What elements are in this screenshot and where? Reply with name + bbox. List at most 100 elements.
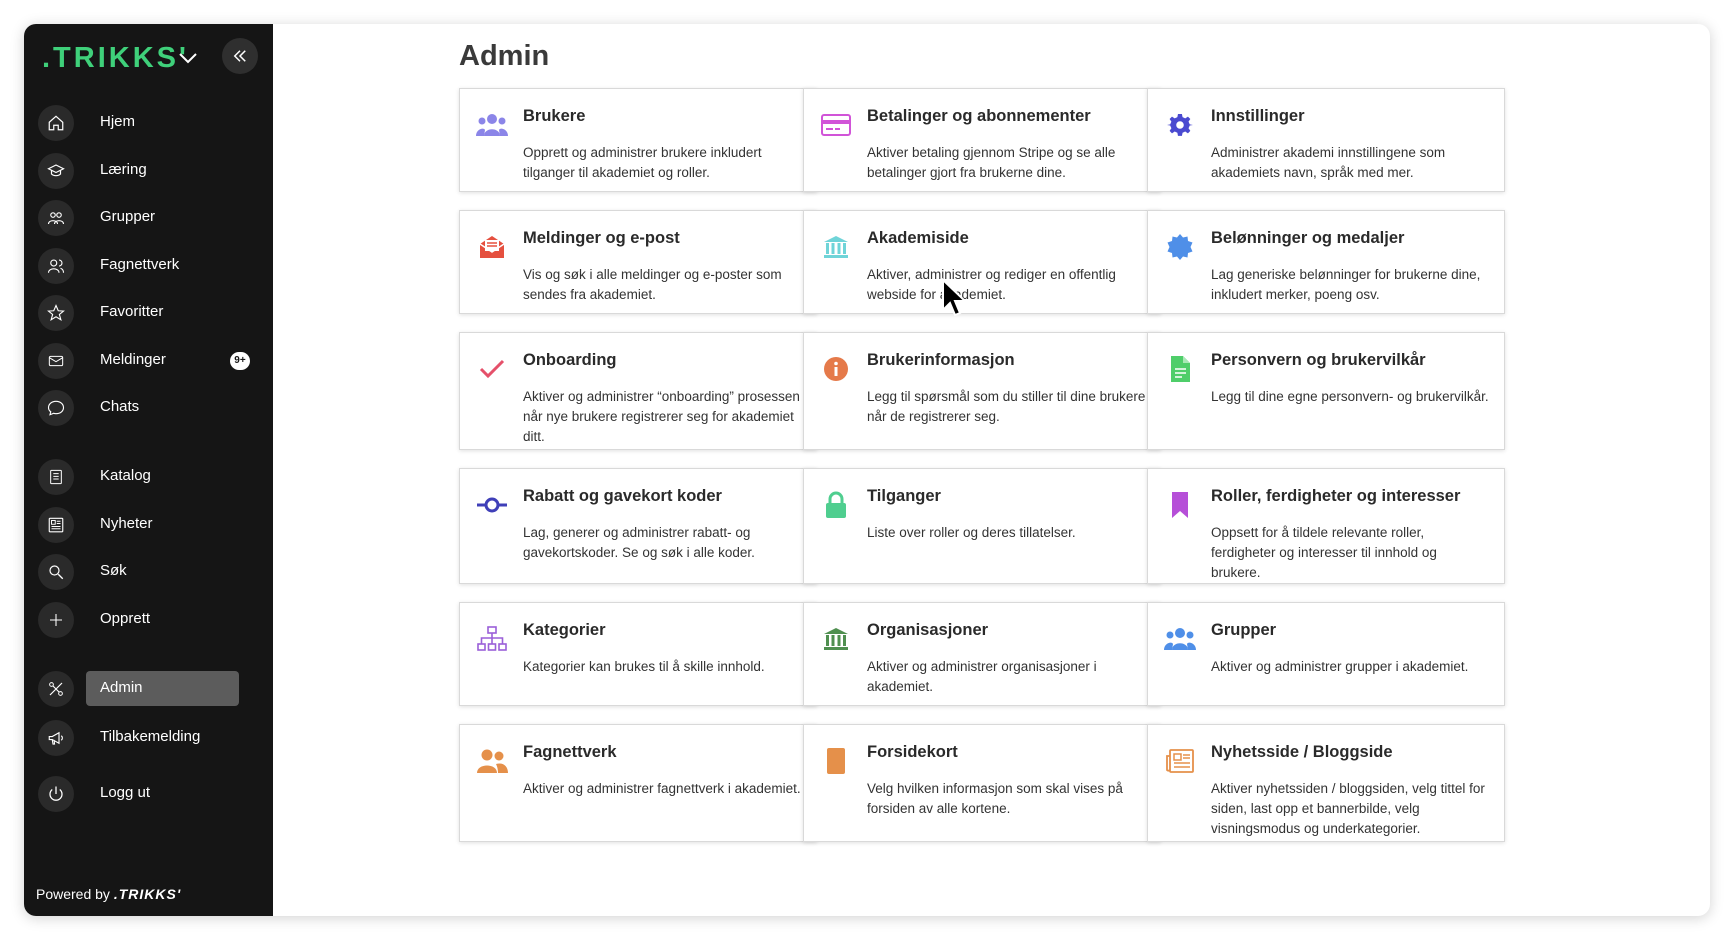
- nav-item-tilbakemelding[interactable]: Tilbakemelding: [24, 716, 273, 760]
- card-title: Tilganger: [867, 487, 941, 505]
- card-title: Roller, ferdigheter og interesser: [1211, 487, 1461, 505]
- admin-card-akademiside[interactable]: Akademiside Aktiver, administrer og redi…: [803, 210, 1161, 314]
- card-description: Aktiver, administrer og rediger en offen…: [867, 267, 1116, 302]
- newspaper-icon: [38, 507, 74, 543]
- nav-label: Admin: [100, 679, 143, 696]
- card-description: Aktiver og administrer “onboarding” pros…: [523, 389, 800, 444]
- card-title: Brukerinformasjon: [867, 351, 1015, 369]
- nav-label: Tilbakemelding: [100, 728, 201, 745]
- nav-item-chats[interactable]: Chats: [24, 386, 273, 430]
- card-title: Innstillinger: [1211, 107, 1305, 125]
- envelope-icon: [38, 343, 74, 379]
- card-description: Liste over roller og deres tillatelser.: [867, 525, 1076, 540]
- card-title: Meldinger og e-post: [523, 229, 680, 247]
- nav-item-logg-ut[interactable]: Logg ut: [24, 772, 273, 816]
- chevron-down-icon[interactable]: [176, 46, 200, 70]
- double-chevron-left-icon: [233, 50, 246, 62]
- institution-icon: [818, 229, 854, 265]
- credit-card-icon: [818, 107, 854, 143]
- nav-label: Læring: [100, 161, 147, 178]
- powered-prefix: Powered by: [36, 886, 110, 902]
- admin-card-fagnettverk[interactable]: Fagnettverk Aktiver og administrer fagne…: [459, 724, 817, 842]
- nav-item-sok[interactable]: Søk: [24, 550, 273, 594]
- nav-item-admin[interactable]: Admin: [24, 667, 273, 711]
- card-description: Opprett og administrer brukere inkludert…: [523, 145, 762, 180]
- home-icon: [38, 105, 74, 141]
- card-title: Belønninger og medaljer: [1211, 229, 1405, 247]
- sitemap-icon: [474, 621, 510, 657]
- nav-label: Hjem: [100, 113, 136, 130]
- document-icon: [1162, 351, 1198, 387]
- card-title: Fagnettverk: [523, 743, 617, 761]
- commit-icon: [474, 487, 510, 523]
- admin-card-rabatt[interactable]: Rabatt og gavekort koder Lag, generer og…: [459, 468, 817, 584]
- nav-label: Grupper: [100, 208, 156, 225]
- mouse-cursor-icon: [942, 278, 968, 317]
- admin-card-nyhetsside[interactable]: Nyhetsside / Bloggside Aktiver nyhetssid…: [1147, 724, 1505, 842]
- catalog-icon: [38, 459, 74, 495]
- card-title: Forsidekort: [867, 743, 958, 761]
- nav-label: Opprett: [100, 610, 151, 627]
- card-description: Aktiver og administrer grupper i akademi…: [1211, 659, 1469, 674]
- nav-item-grupper[interactable]: Grupper: [24, 196, 273, 240]
- nav-label: Fagnettverk: [100, 256, 180, 273]
- admin-card-kategorier[interactable]: Kategorier Kategorier kan brukes til å s…: [459, 602, 817, 706]
- admin-card-personvern[interactable]: Personvern og brukervilkår Legg til dine…: [1147, 332, 1505, 450]
- admin-card-onboarding[interactable]: Onboarding Aktiver og administrer “onboa…: [459, 332, 817, 450]
- admin-card-betalinger[interactable]: Betalinger og abonnementer Aktiver betal…: [803, 88, 1161, 192]
- page-title: Admin: [459, 40, 550, 72]
- newspaper-icon: [1162, 743, 1198, 779]
- nav-item-katalog[interactable]: Katalog: [24, 455, 273, 499]
- nav-item-nyheter[interactable]: Nyheter: [24, 503, 273, 547]
- card-title: Personvern og brukervilkår: [1211, 351, 1426, 369]
- badge-icon: [1162, 229, 1198, 265]
- checkmark-icon: [474, 351, 510, 387]
- admin-card-roller[interactable]: Roller, ferdigheter og interesser Oppset…: [1147, 468, 1505, 584]
- card-title: Grupper: [1211, 621, 1277, 639]
- card-icon: [818, 743, 854, 779]
- lock-icon: [818, 487, 854, 523]
- nav-item-favoritter[interactable]: Favoritter: [24, 291, 273, 335]
- app-window: .TRIKKS' Hjem Læring Grupper Fagnettverk…: [24, 24, 1710, 916]
- bookmark-icon: [1162, 487, 1198, 523]
- main-content: Admin Brukere Opprett og administrer bru…: [273, 24, 1710, 916]
- card-description: Vis og søk i alle meldinger og e-poster …: [523, 267, 782, 302]
- powered-by: Powered by .TRIKKS': [36, 886, 181, 902]
- card-description: Aktiver og administrer organisasjoner i …: [867, 659, 1097, 694]
- card-description: Legg til dine egne personvern- og bruker…: [1211, 389, 1489, 404]
- group-icon: [38, 200, 74, 236]
- logo[interactable]: .TRIKKS': [42, 38, 189, 78]
- powered-brand[interactable]: .TRIKKS': [114, 886, 181, 902]
- card-description: Legg til spørsmål som du stiller til din…: [867, 389, 1146, 424]
- admin-card-meldinger[interactable]: Meldinger og e-post Vis og søk i alle me…: [459, 210, 817, 314]
- nav-item-opprett[interactable]: Opprett: [24, 598, 273, 642]
- admin-card-tilganger[interactable]: Tilganger Liste over roller og deres til…: [803, 468, 1161, 584]
- card-description: Administrer akademi innstillingene som a…: [1211, 145, 1446, 180]
- nav-item-fagnettverk[interactable]: Fagnettverk: [24, 244, 273, 288]
- admin-card-innstillinger[interactable]: Innstillinger Administrer akademi innsti…: [1147, 88, 1505, 192]
- card-title: Nyhetsside / Bloggside: [1211, 743, 1393, 761]
- nav-item-laering[interactable]: Læring: [24, 149, 273, 193]
- card-title: Betalinger og abonnementer: [867, 107, 1091, 125]
- admin-card-brukere[interactable]: Brukere Opprett og administrer brukere i…: [459, 88, 817, 192]
- nav-item-meldinger[interactable]: Meldinger 9+: [24, 339, 273, 383]
- admin-card-forsidekort[interactable]: Forsidekort Velg hvilken informasjon som…: [803, 724, 1161, 842]
- nav-label: Katalog: [100, 467, 151, 484]
- search-icon: [38, 554, 74, 590]
- admin-card-grupper[interactable]: Grupper Aktiver og administrer grupper i…: [1147, 602, 1505, 706]
- plus-icon: [38, 602, 74, 638]
- card-description: Lag generiske belønninger for brukerne d…: [1211, 267, 1481, 302]
- card-description: Lag, generer og administrer rabatt- og g…: [523, 525, 755, 560]
- collapse-sidebar-button[interactable]: [222, 38, 258, 74]
- admin-card-organisasjoner[interactable]: Organisasjoner Aktiver og administrer or…: [803, 602, 1161, 706]
- sidebar: .TRIKKS' Hjem Læring Grupper Fagnettverk…: [24, 24, 273, 916]
- card-title: Onboarding: [523, 351, 617, 369]
- card-description: Aktiver nyhetssiden / bloggsiden, velg t…: [1211, 781, 1485, 836]
- nav-item-hjem[interactable]: Hjem: [24, 101, 273, 145]
- nav-label: Favoritter: [100, 303, 164, 320]
- graduation-cap-icon: [38, 153, 74, 189]
- admin-card-belonninger[interactable]: Belønninger og medaljer Lag generiske be…: [1147, 210, 1505, 314]
- users-icon: [1162, 621, 1198, 657]
- admin-card-brukerinformasjon[interactable]: Brukerinformasjon Legg til spørsmål som …: [803, 332, 1161, 450]
- star-icon: [38, 295, 74, 331]
